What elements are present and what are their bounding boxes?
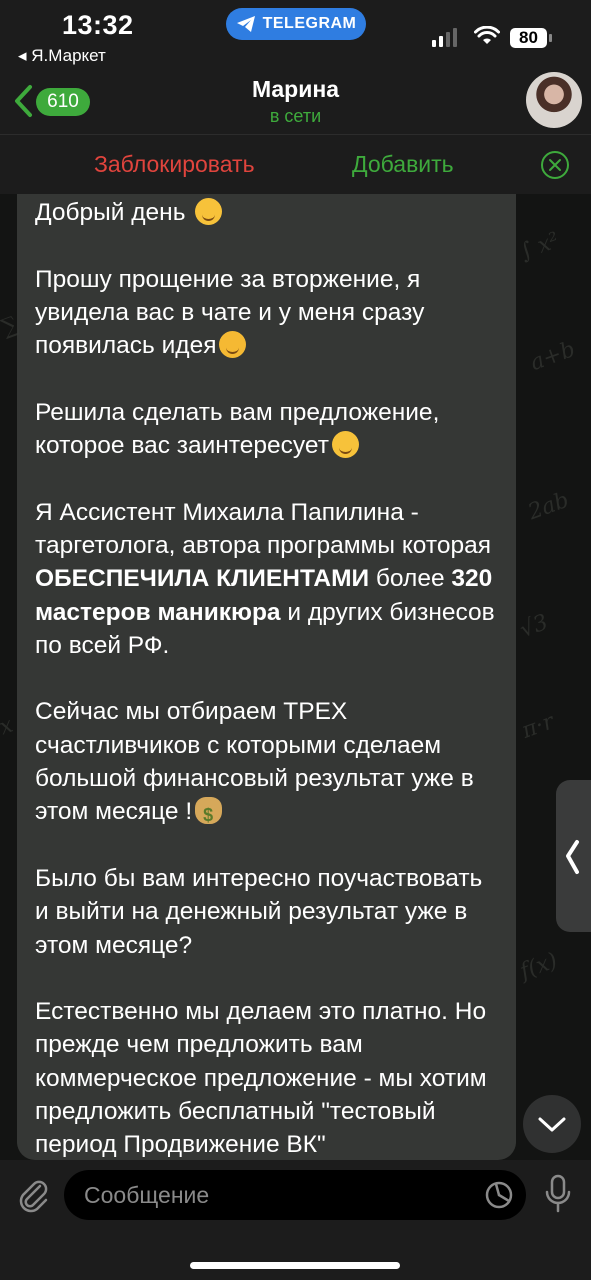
wallpaper-doodle: f(x) (516, 948, 561, 985)
sticker-icon[interactable] (484, 1180, 514, 1210)
message-paragraph: Было бы вам интересно поучаствовать и вы… (35, 862, 498, 962)
block-button[interactable]: Заблокировать (94, 151, 255, 178)
message-text: более (369, 565, 452, 593)
close-icon[interactable] (540, 150, 570, 180)
message-text: Сейчас мы отбираем ТРЕХ счастливчиков с … (35, 698, 474, 826)
avatar[interactable] (526, 72, 582, 128)
contact-name[interactable]: Марина (0, 76, 591, 103)
battery-level: 80 (519, 28, 538, 47)
add-contact-button[interactable]: Добавить (352, 151, 454, 178)
contact-status: в сети (269, 106, 322, 126)
side-panel-handle[interactable] (556, 780, 591, 932)
wallpaper-doodle: a+b (527, 336, 579, 377)
message-paragraph: Прошу прощение за вторжение, я увидела в… (35, 263, 498, 363)
wallpaper-doodle: ∫ x² (516, 227, 563, 266)
paperclip-icon[interactable] (16, 1176, 50, 1214)
telegram-pill-label: TELEGRAM (262, 15, 357, 32)
message-text: Добрый день (35, 199, 186, 226)
wallpaper-doodle: x (0, 712, 17, 741)
message-paragraph: Добрый день (35, 196, 498, 229)
chevron-left-icon (566, 840, 579, 874)
message-bold-text: ОБЕСПЕЧИЛА КЛИЕНТАМИ (35, 565, 370, 593)
paper-plane-icon (236, 16, 255, 32)
back-to-app-link[interactable]: ◂ Я.Маркет (18, 46, 106, 66)
message-text: Решила сделать вам предложение, которое … (35, 398, 440, 460)
telegram-pill[interactable]: TELEGRAM (226, 8, 366, 40)
status-bar: 13:32 ◂ Я.Маркет TELEGRAM 80 (0, 0, 591, 70)
unknown-contact-bar: Заблокировать Добавить (0, 134, 591, 194)
wifi-icon (474, 26, 500, 44)
message-bubble[interactable]: Добрый день Прошу прощение за вторжение,… (17, 194, 516, 1160)
message-text: Было бы вам интересно поучаствовать и вы… (35, 864, 483, 959)
message-paragraph: Решила сделать вам предложение, которое … (35, 396, 498, 463)
message-input[interactable]: Сообщение (64, 1170, 526, 1220)
winking-face-emoji-icon (195, 198, 223, 225)
message-paragraph: Естественно мы делаем это платно. Но пре… (35, 995, 498, 1161)
message-text: Естественно мы делаем это платно. Но пре… (35, 998, 487, 1159)
message-paragraph: Я Ассистент Михаила Папилина - таргетоло… (35, 496, 498, 662)
clock: 13:32 (62, 10, 134, 40)
home-indicator[interactable] (190, 1262, 400, 1269)
wallpaper-doodle: √3 (516, 609, 552, 644)
chat-header: 610 Марина в сети (0, 70, 591, 134)
message-text: Я Ассистент Михаила Папилина - таргетоло… (35, 498, 491, 559)
microphone-icon[interactable] (542, 1174, 574, 1214)
message-paragraph: Сейчас мы отбираем ТРЕХ счастливчиков с … (35, 695, 498, 833)
message-input-bar: Сообщение (0, 1160, 591, 1280)
message-input-placeholder: Сообщение (84, 1182, 210, 1208)
money-bag-emoji-icon (195, 797, 223, 833)
star-struck-emoji-icon (331, 431, 359, 459)
hugging-face-emoji-icon (219, 331, 247, 359)
cellular-signal-icon (432, 28, 457, 47)
chevron-down-icon (538, 1117, 566, 1132)
scroll-to-bottom-button[interactable] (523, 1095, 581, 1153)
wallpaper-doodle: π·r (518, 709, 558, 744)
wallpaper-doodle: 2ab (524, 487, 573, 526)
